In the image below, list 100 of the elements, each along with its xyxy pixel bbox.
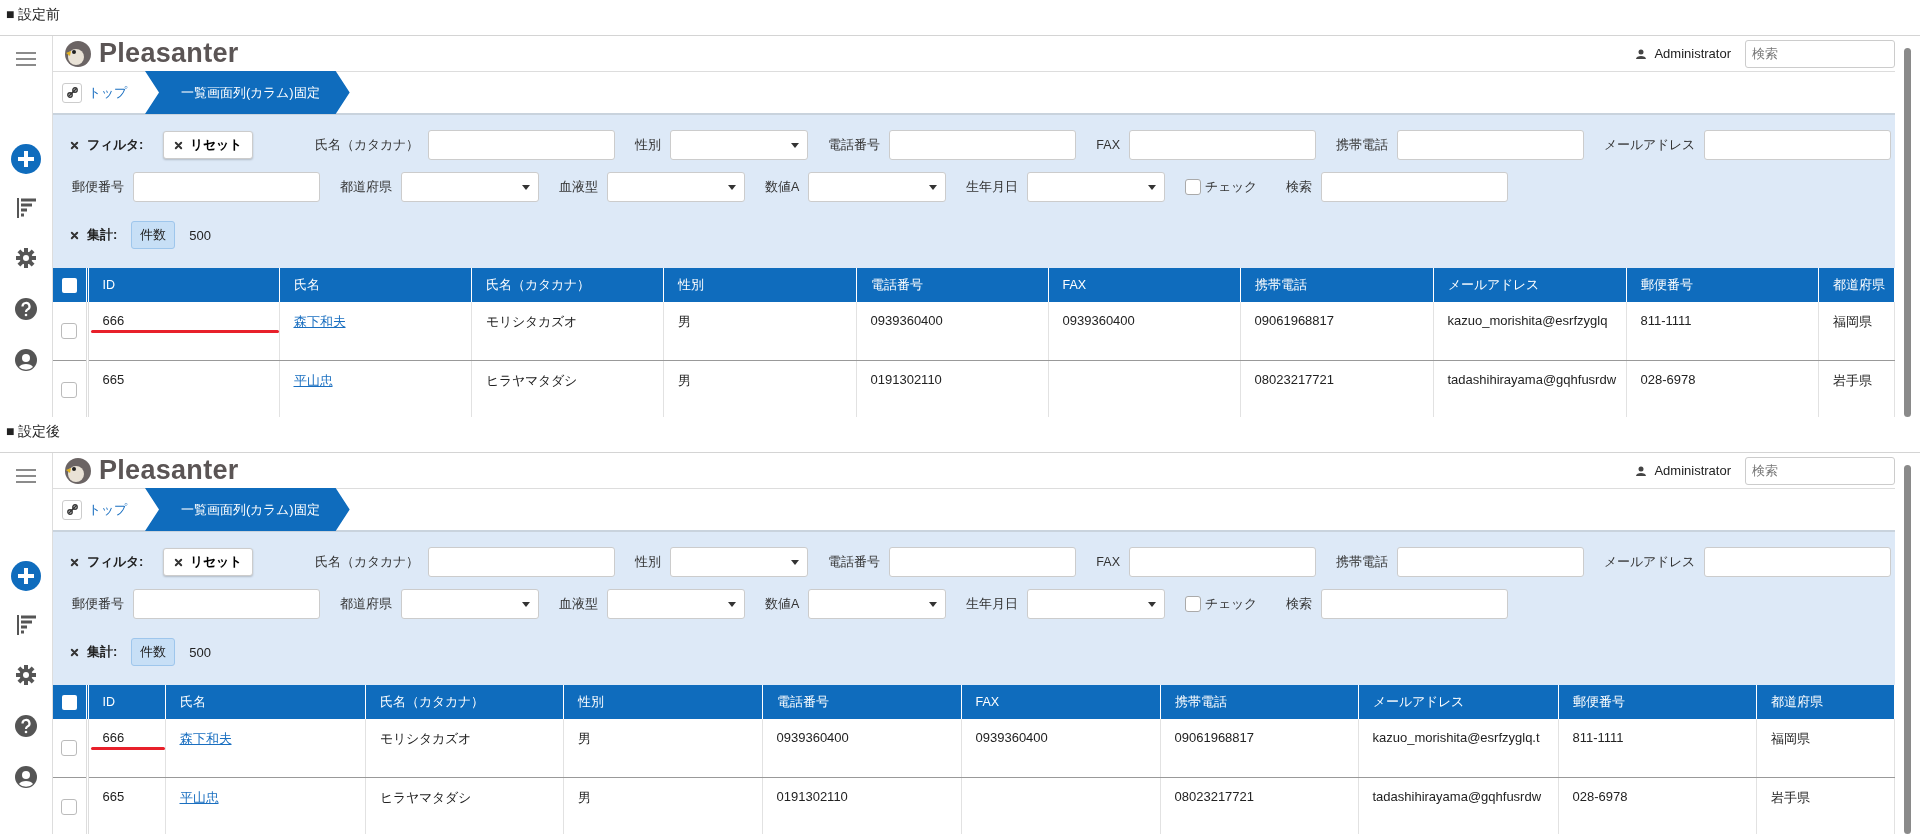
column-header[interactable]: 携帯電話 [1240, 268, 1433, 302]
input-field[interactable] [1321, 172, 1509, 202]
link-button[interactable] [62, 82, 82, 103]
settings-icon[interactable] [16, 665, 36, 685]
breadcrumb-link[interactable]: トップ [88, 500, 127, 519]
aggregation-title: 集計: [87, 643, 118, 661]
table-cell: 0939360400 [776, 730, 849, 745]
select-field[interactable] [670, 547, 809, 577]
input-field[interactable] [1703, 130, 1891, 160]
column-header[interactable]: FAX [1048, 268, 1240, 302]
search-field[interactable]: 検索 [1745, 456, 1895, 485]
help-icon[interactable] [15, 715, 37, 737]
input-field[interactable] [133, 589, 320, 619]
input-field[interactable] [1703, 547, 1891, 577]
aggregation-count: 500 [189, 644, 212, 660]
column-header[interactable]: FAX [961, 685, 1160, 719]
input-field[interactable] [889, 130, 1077, 160]
name-link[interactable]: 森下和夫 [179, 731, 232, 746]
breadcrumb-link[interactable]: トップ [88, 83, 127, 102]
column-header[interactable]: 携帯電話 [1160, 685, 1358, 719]
input-field[interactable] [1128, 547, 1316, 577]
row-checkbox[interactable] [61, 740, 78, 757]
select-all-checkbox[interactable] [61, 694, 77, 710]
aggregation-type[interactable]: 件数 [131, 221, 176, 249]
select-field[interactable] [401, 172, 539, 202]
select-field[interactable] [808, 172, 947, 202]
sort-icon[interactable] [16, 615, 36, 635]
filter-title: フィルタ: [87, 553, 144, 571]
input-field[interactable] [1321, 589, 1509, 619]
select-all-checkbox[interactable] [61, 277, 77, 293]
field-label: 検索 [1286, 595, 1313, 613]
plus-icon[interactable] [11, 144, 41, 174]
input-field[interactable] [1396, 130, 1584, 160]
column-header[interactable]: 郵便番号 [1626, 268, 1818, 302]
select-field[interactable] [670, 130, 809, 160]
input-field[interactable] [889, 547, 1077, 577]
user-name[interactable]: Administrator [1654, 463, 1731, 478]
input-field[interactable] [428, 547, 616, 577]
select-field[interactable] [607, 589, 745, 619]
help-icon[interactable] [15, 298, 37, 320]
reset-button[interactable]: リセット [163, 548, 254, 576]
select-field[interactable] [808, 589, 947, 619]
name-link[interactable]: 森下和夫 [293, 314, 346, 329]
column-header[interactable]: ID [87, 268, 279, 302]
select-field[interactable] [401, 589, 539, 619]
column-header[interactable]: 電話番号 [856, 268, 1048, 302]
name-link[interactable]: 平山忠 [179, 790, 219, 805]
table-cell: 男 [577, 731, 591, 746]
column-header[interactable]: メールアドレス [1433, 268, 1626, 302]
field-label: 生年月日 [966, 595, 1019, 613]
column-header[interactable]: 氏名（カタカナ） [471, 268, 663, 302]
table-cell: 08023217721 [1254, 372, 1335, 387]
scrollbar[interactable] [1904, 48, 1911, 417]
table-cell: ヒラヤマタダシ [485, 373, 577, 388]
column-header[interactable]: 都道府県 [1818, 268, 1895, 302]
row-checkbox[interactable] [61, 799, 78, 816]
user-icon[interactable] [15, 349, 37, 371]
table-cell: 0191302110 [870, 372, 942, 387]
checkbox[interactable] [1185, 179, 1202, 195]
row-checkbox[interactable] [61, 323, 78, 340]
settings-icon[interactable] [16, 248, 36, 268]
checkbox-label: チェック [1205, 595, 1258, 613]
field-label: 数値A [765, 595, 800, 613]
user-name[interactable]: Administrator [1654, 46, 1731, 61]
input-field[interactable] [1396, 547, 1584, 577]
checkbox-label: チェック [1205, 178, 1258, 196]
select-field[interactable] [1027, 589, 1166, 619]
scrollbar[interactable] [1904, 465, 1911, 834]
select-field[interactable] [607, 172, 745, 202]
user-icon[interactable] [15, 766, 37, 788]
name-link[interactable]: 平山忠 [293, 373, 333, 388]
column-header[interactable]: ID [87, 685, 165, 719]
aggregation-type[interactable]: 件数 [131, 638, 176, 666]
table-cell: モリシタカズオ [379, 731, 471, 746]
field-label: 生年月日 [966, 178, 1019, 196]
checkbox[interactable] [1185, 596, 1202, 612]
input-field[interactable] [428, 130, 616, 160]
menu-icon[interactable] [16, 52, 36, 66]
column-header[interactable]: 性別 [563, 685, 762, 719]
input-field[interactable] [133, 172, 320, 202]
column-header[interactable]: 都道府県 [1756, 685, 1895, 719]
column-header[interactable]: 氏名 [279, 268, 471, 302]
column-header[interactable]: 氏名 [165, 685, 365, 719]
plus-icon[interactable] [11, 561, 41, 591]
reset-button[interactable]: リセット [163, 131, 254, 159]
column-header[interactable]: メールアドレス [1358, 685, 1558, 719]
sort-icon[interactable] [16, 198, 36, 218]
row-checkbox[interactable] [61, 382, 78, 399]
link-button[interactable] [62, 499, 82, 520]
select-field[interactable] [1027, 172, 1166, 202]
input-field[interactable] [1128, 130, 1316, 160]
caret-icon [728, 601, 736, 607]
column-header[interactable]: 氏名（カタカナ） [365, 685, 563, 719]
menu-icon[interactable] [16, 469, 36, 483]
field-label: 電話番号 [828, 136, 881, 154]
column-header[interactable]: 性別 [663, 268, 856, 302]
column-header[interactable]: 電話番号 [762, 685, 961, 719]
column-header[interactable]: 郵便番号 [1558, 685, 1756, 719]
search-field[interactable]: 検索 [1745, 39, 1895, 68]
table-cell: 男 [677, 314, 691, 329]
